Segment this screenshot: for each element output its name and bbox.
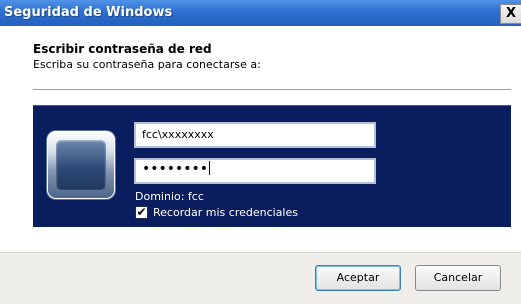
user-tile-icon <box>47 131 115 199</box>
cancel-button[interactable]: Cancelar <box>415 265 501 291</box>
dialog-subheading: Escriba su contraseña para conectarse a: <box>33 58 261 71</box>
ok-button[interactable]: Aceptar <box>315 265 401 291</box>
remember-credentials-label[interactable]: Recordar mis credenciales <box>153 206 298 219</box>
username-value: fcc\xxxxxxxx <box>142 128 214 141</box>
password-value: •••••••• <box>142 161 211 177</box>
username-field[interactable]: fcc\xxxxxxxx <box>134 122 376 148</box>
window-title: Seguridad de Windows <box>4 5 173 20</box>
dialog-heading: Escribir contraseña de red <box>33 42 212 56</box>
domain-label: Dominio: fcc <box>135 190 204 203</box>
dialog-body: Escribir contraseña de red Escriba su co… <box>0 26 521 252</box>
user-tile-inner <box>56 140 106 190</box>
divider <box>33 89 511 90</box>
remember-credentials-checkbox[interactable]: ✔ <box>135 206 148 219</box>
dialog-footer: Aceptar Cancelar <box>0 252 521 304</box>
credential-panel: fcc\xxxxxxxx •••••••• Dominio: fcc ✔ Rec… <box>33 105 511 227</box>
text-caret <box>209 161 211 175</box>
title-bar[interactable]: Seguridad de Windows X <box>0 0 521 26</box>
password-field[interactable]: •••••••• <box>134 158 376 184</box>
close-button[interactable]: X <box>500 4 521 24</box>
